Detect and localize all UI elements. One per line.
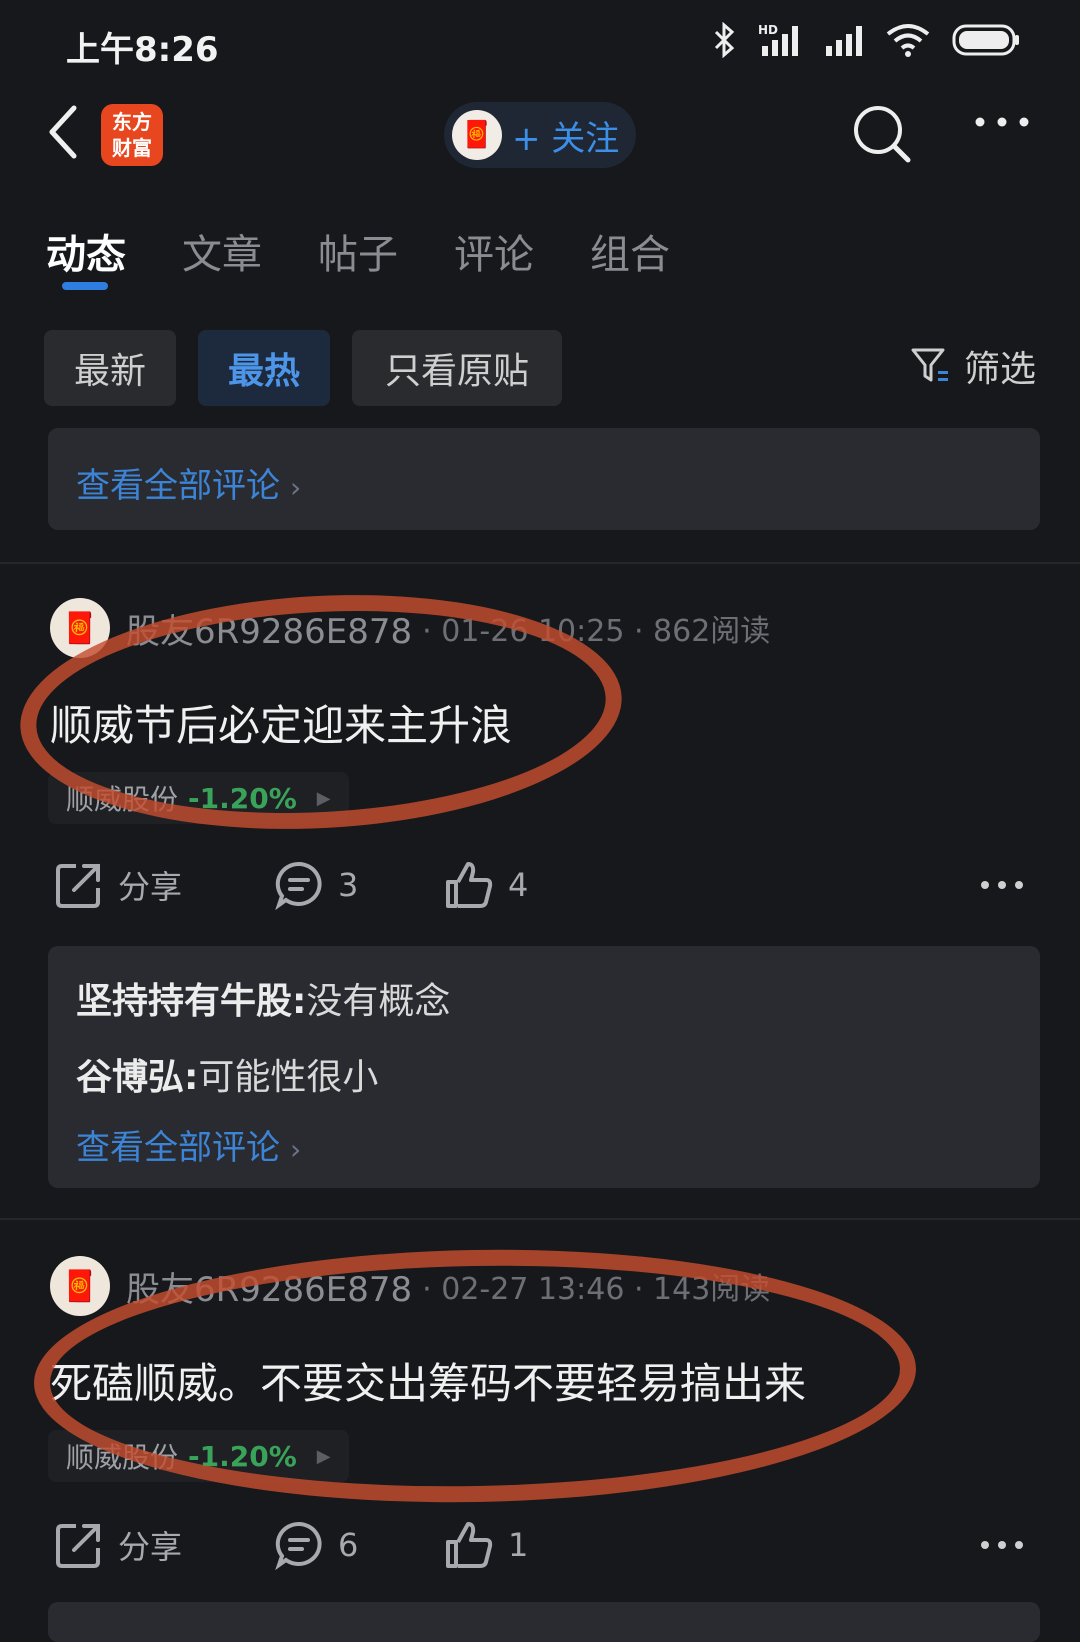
thumbs-up-icon (446, 1522, 493, 1568)
comment-box-next (48, 1602, 1040, 1642)
share-label: 分享 (118, 868, 183, 906)
filter-button[interactable]: 筛选 (910, 340, 1036, 392)
author-avatar: 🧧 (50, 1256, 110, 1316)
comment-line[interactable]: 坚持持有牛股:没有概念 (76, 972, 450, 1024)
tab-articles[interactable]: 文章 (182, 222, 262, 280)
post-actions: 分享 3 4 (54, 860, 528, 910)
bluetooth-icon (714, 22, 735, 58)
status-icons: HD (712, 22, 1020, 58)
filter-label: 筛选 (963, 349, 1036, 390)
comment-button[interactable]: 6 (274, 1520, 444, 1570)
chip-latest[interactable]: 最新 (44, 330, 176, 406)
comment-icon (275, 1521, 322, 1570)
hd-signal-icon: HD (758, 23, 798, 56)
share-button[interactable]: 分享 (54, 860, 274, 910)
status-time: 上午8:26 (66, 30, 219, 70)
tab-indicator (62, 282, 108, 290)
follow-button[interactable]: 🧧 + 关注 (444, 102, 636, 168)
like-button[interactable]: 1 (444, 1520, 528, 1570)
comment-text: 可能性很小 (198, 1057, 379, 1098)
tab-posts[interactable]: 帖子 (318, 222, 398, 280)
profile-tabs: 动态 文章 帖子 评论 组合 (46, 222, 670, 280)
share-icon (56, 1524, 100, 1568)
comment-line[interactable]: 谷博弘:可能性很小 (76, 1048, 378, 1100)
comment-user: 坚持持有牛股: (76, 981, 307, 1022)
share-label: 分享 (118, 1528, 183, 1566)
chip-hottest[interactable]: 最热 (198, 330, 330, 406)
view-all-comments-link[interactable]: 查看全部评论 › (76, 1120, 301, 1169)
signal-icon (826, 26, 862, 56)
svg-text:HD: HD (758, 23, 778, 37)
like-count: 4 (508, 866, 529, 904)
battery-icon (952, 24, 1019, 56)
post-actions: 分享 6 1 (54, 1520, 528, 1570)
share-button[interactable]: 分享 (54, 1520, 274, 1570)
comment-count: 3 (338, 866, 359, 904)
search-icon[interactable] (852, 104, 912, 164)
comment-text: 没有概念 (306, 981, 451, 1022)
logo-line2: 财富 (112, 136, 152, 160)
back-icon[interactable] (44, 104, 84, 160)
comment-box: 坚持持有牛股:没有概念 谷博弘:可能性很小 查看全部评论 › (48, 946, 1040, 1188)
comment-box-previous: 查看全部评论 › (48, 428, 1040, 530)
logo-line1: 东方 (112, 110, 152, 134)
comment-count: 6 (338, 1526, 359, 1564)
divider (0, 562, 1080, 564)
tab-comments[interactable]: 评论 (454, 222, 534, 280)
view-all-comments-link[interactable]: 查看全部评论 › (76, 458, 301, 507)
tab-portfolio[interactable]: 组合 (590, 222, 670, 280)
divider (0, 1218, 1080, 1220)
more-icon[interactable] (974, 112, 1030, 132)
like-button[interactable]: 4 (444, 860, 528, 910)
share-icon (56, 864, 100, 908)
thumbs-up-icon (446, 862, 493, 908)
comment-button[interactable]: 3 (274, 860, 444, 910)
wifi-icon (886, 24, 930, 57)
app-logo: 东方 财富 (101, 104, 163, 166)
chip-original-only[interactable]: 只看原贴 (352, 330, 562, 406)
post-more-icon[interactable] (980, 878, 1024, 892)
post-more-icon[interactable] (980, 1538, 1024, 1552)
comment-user: 谷博弘: (76, 1057, 199, 1098)
filter-icon (911, 348, 948, 382)
follow-label: + 关注 (512, 118, 620, 159)
like-count: 1 (508, 1526, 529, 1564)
tab-dynamic[interactable]: 动态 (46, 222, 126, 280)
user-avatar: 🧧 (452, 110, 502, 160)
comment-icon (275, 861, 322, 910)
